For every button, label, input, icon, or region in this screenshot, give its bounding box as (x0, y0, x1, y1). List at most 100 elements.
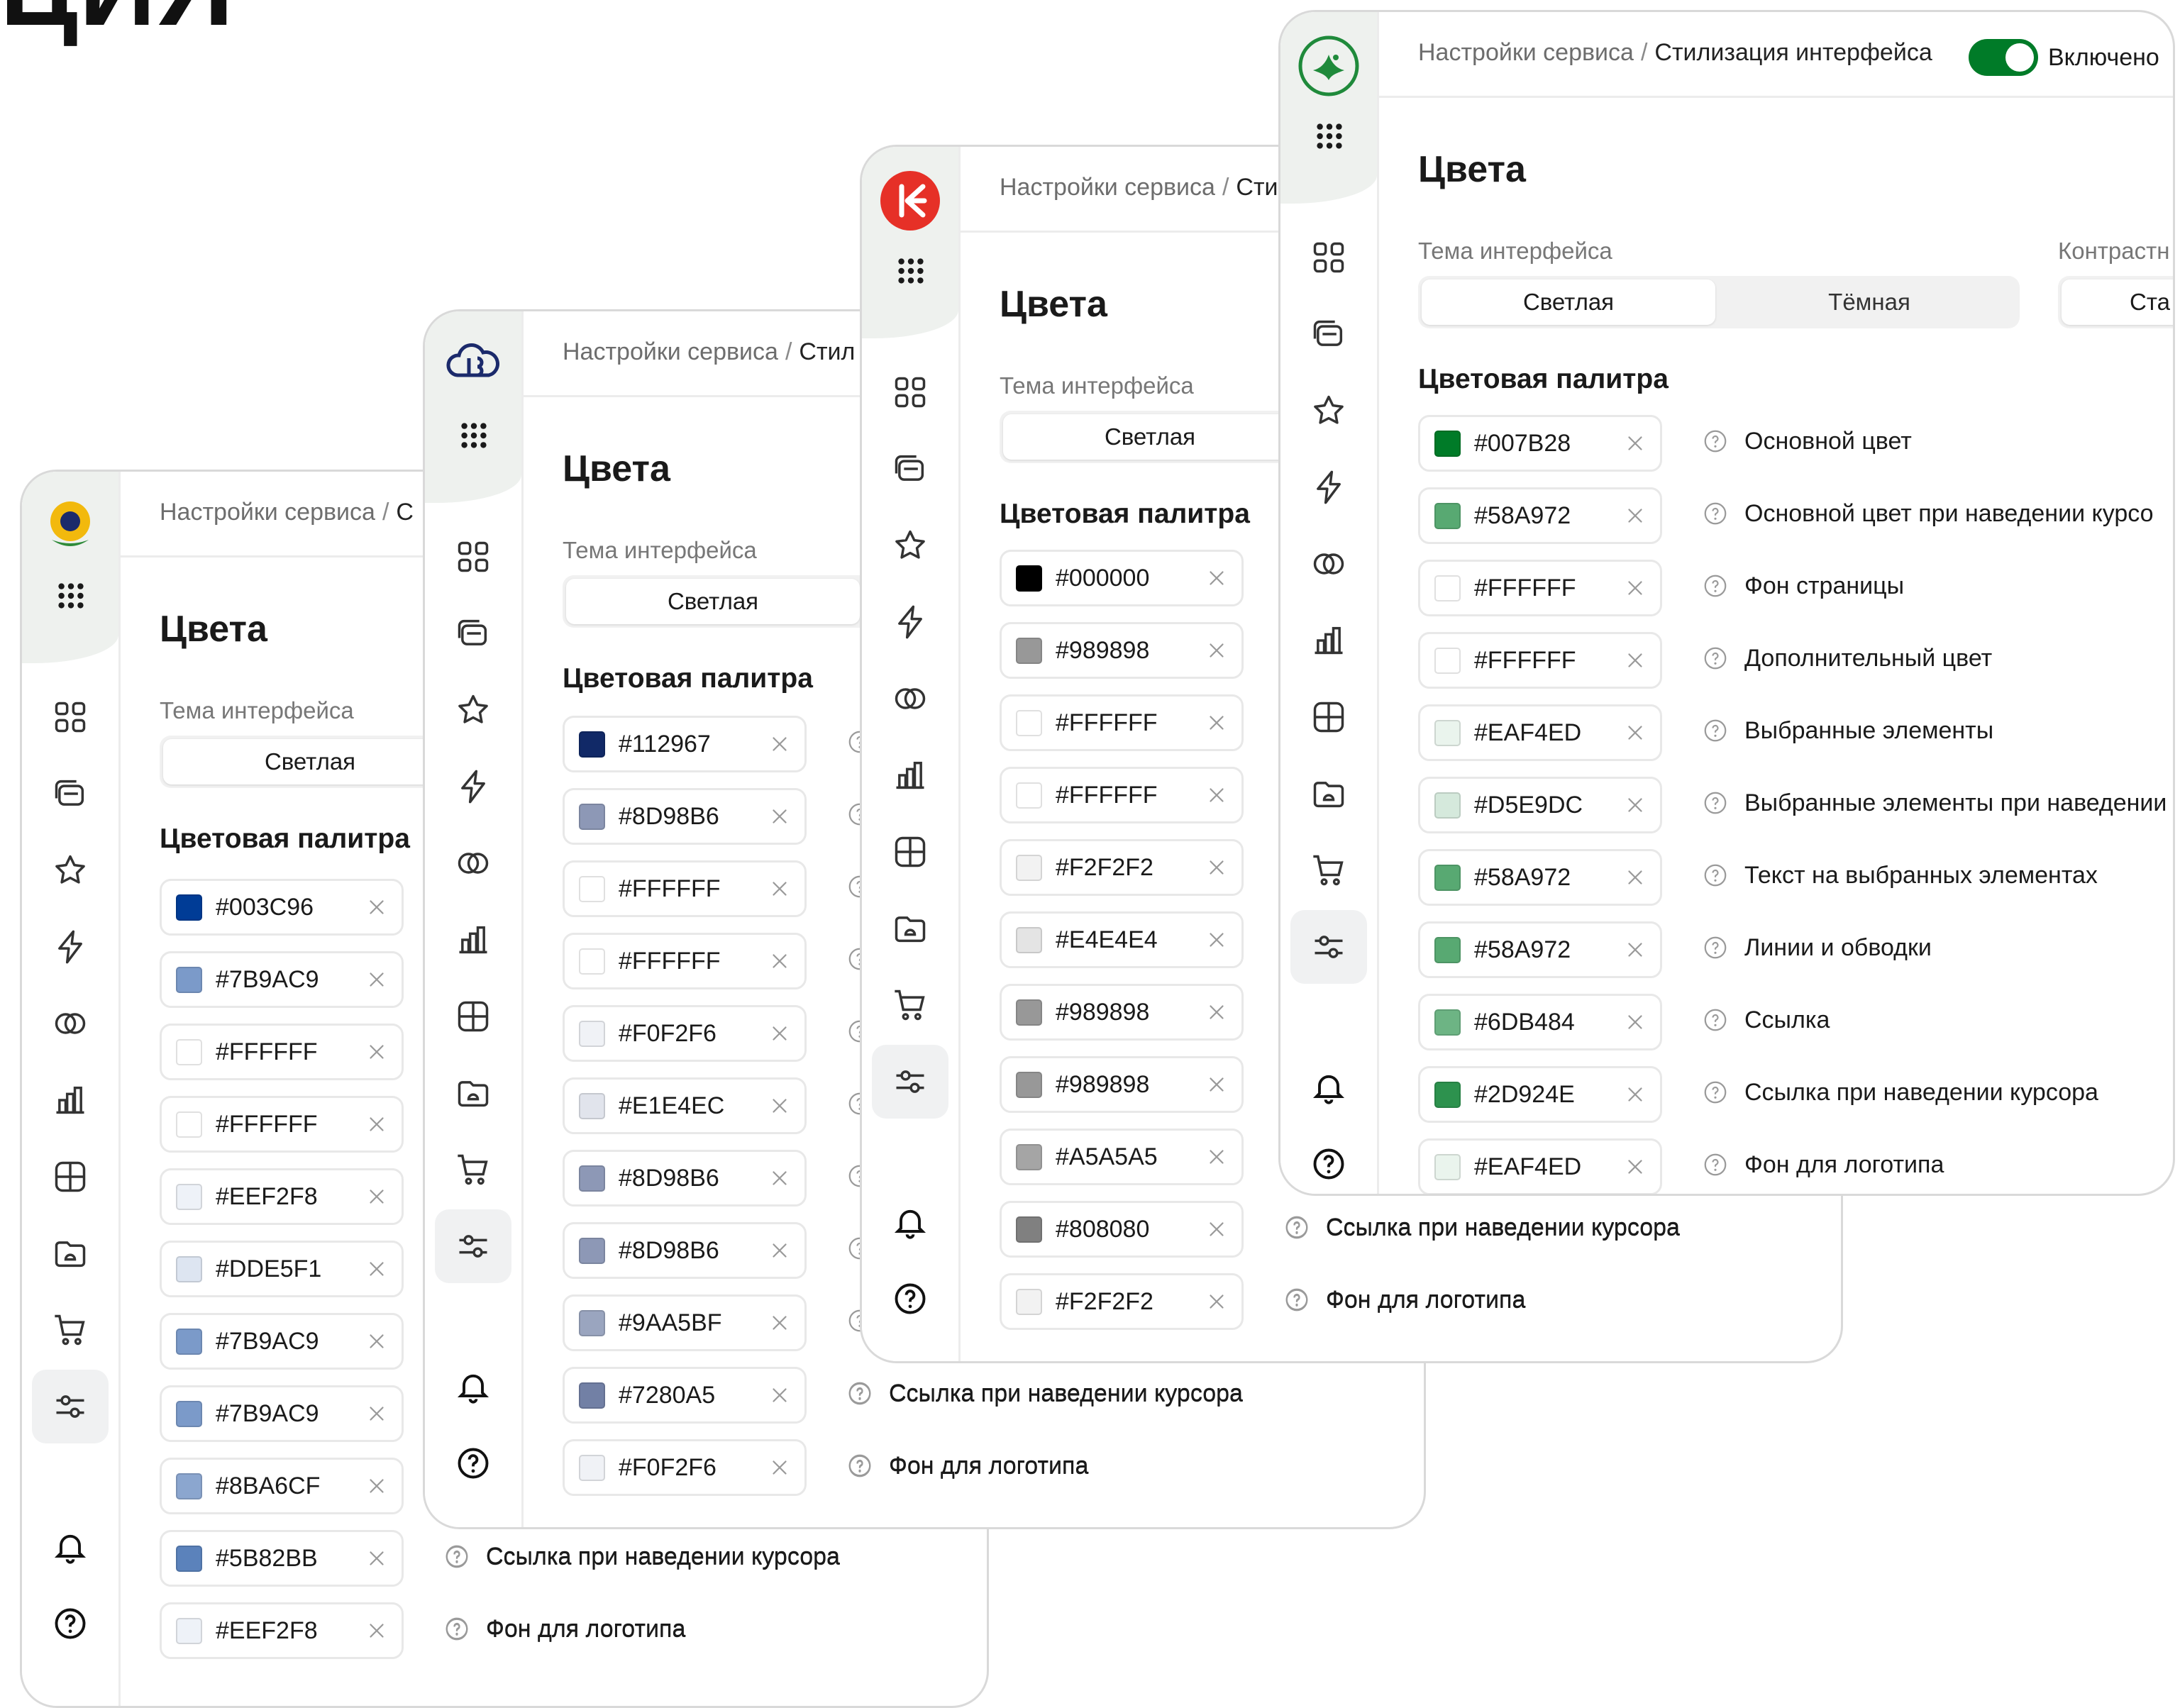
clear-x-icon[interactable] (1205, 855, 1229, 880)
clear-x-icon[interactable] (768, 1166, 792, 1190)
help-icon[interactable] (892, 1280, 929, 1317)
bell-icon[interactable] (892, 1204, 929, 1241)
help-circle-icon[interactable] (1702, 1079, 1729, 1106)
settings-sliders-icon[interactable] (455, 1228, 492, 1265)
help-circle-icon[interactable] (846, 1453, 873, 1480)
bolt-icon[interactable] (52, 928, 89, 965)
color-input[interactable]: #58A972 (1418, 487, 1662, 544)
folder-icon[interactable] (52, 1235, 89, 1272)
theme-option-light[interactable]: Светлая (566, 579, 860, 624)
star-icon[interactable] (455, 692, 492, 728)
settings-sliders-icon[interactable] (1310, 928, 1347, 965)
color-swatch[interactable] (1016, 565, 1042, 592)
color-input[interactable]: #FFFFFF (563, 860, 807, 917)
color-swatch[interactable] (1434, 1082, 1461, 1108)
color-input[interactable]: #A5A5A5 (1000, 1128, 1244, 1185)
rings-icon[interactable] (52, 1005, 89, 1042)
color-swatch[interactable] (1016, 1216, 1042, 1243)
clear-x-icon[interactable] (1205, 1000, 1229, 1024)
brand-logo[interactable] (878, 168, 943, 233)
bell-icon[interactable] (52, 1529, 89, 1565)
theme-option-light[interactable]: Светлая (163, 739, 457, 784)
color-swatch[interactable] (579, 948, 605, 975)
color-input[interactable]: #FFFFFF (1000, 694, 1244, 751)
clear-x-icon[interactable] (1205, 928, 1229, 952)
color-input[interactable]: #EAF4ED (1418, 704, 1662, 761)
clear-x-icon[interactable] (1623, 793, 1647, 817)
clear-x-icon[interactable] (1205, 566, 1229, 590)
clear-x-icon[interactable] (1205, 1072, 1229, 1097)
chart-icon[interactable] (1310, 622, 1347, 659)
brand-logo[interactable] (441, 333, 506, 398)
clear-x-icon[interactable] (1623, 1010, 1647, 1034)
theme-option-dark[interactable]: Тёмная (1722, 279, 2016, 325)
help-circle-icon[interactable] (1283, 1214, 1310, 1241)
chart-icon[interactable] (455, 921, 492, 958)
color-swatch[interactable] (579, 1382, 605, 1409)
help-icon[interactable] (52, 1605, 89, 1642)
color-swatch[interactable] (176, 1184, 202, 1210)
color-swatch[interactable] (1434, 937, 1461, 963)
clear-x-icon[interactable] (1623, 576, 1647, 600)
color-swatch[interactable] (579, 1021, 605, 1047)
contrast-option-standard[interactable]: Ста (2062, 279, 2173, 325)
folder-icon[interactable] (1310, 775, 1347, 812)
clear-x-icon[interactable] (1205, 1290, 1229, 1314)
color-swatch[interactable] (579, 731, 605, 758)
clear-x-icon[interactable] (1623, 504, 1647, 528)
brand-logo[interactable] (38, 493, 103, 558)
clear-x-icon[interactable] (365, 1474, 389, 1498)
clear-x-icon[interactable] (1205, 1145, 1229, 1169)
color-swatch[interactable] (176, 1111, 202, 1138)
color-swatch[interactable] (176, 1401, 202, 1427)
star-icon[interactable] (52, 852, 89, 889)
help-circle-icon[interactable] (1702, 1006, 1729, 1033)
clear-x-icon[interactable] (1623, 648, 1647, 672)
color-swatch[interactable] (176, 1039, 202, 1065)
color-input[interactable]: #989898 (1000, 622, 1244, 679)
rings-icon[interactable] (892, 680, 929, 717)
color-input[interactable]: #EEF2F8 (160, 1168, 404, 1225)
cart-icon[interactable] (892, 987, 929, 1024)
color-swatch[interactable] (176, 1329, 202, 1355)
clear-x-icon[interactable] (365, 1257, 389, 1281)
help-circle-icon[interactable] (1702, 934, 1729, 961)
grid-icon[interactable] (455, 538, 492, 575)
color-swatch[interactable] (579, 1455, 605, 1481)
color-input[interactable]: #000000 (1000, 550, 1244, 606)
help-circle-icon[interactable] (1702, 717, 1729, 744)
color-swatch[interactable] (579, 1165, 605, 1192)
color-swatch[interactable] (1434, 503, 1461, 529)
enable-toggle[interactable] (1969, 39, 2038, 76)
color-input[interactable]: #F0F2F6 (563, 1439, 807, 1496)
chart-icon[interactable] (892, 757, 929, 794)
breadcrumb-root[interactable]: Настройки сервиса (1000, 174, 1215, 201)
color-swatch[interactable] (176, 1256, 202, 1282)
color-input[interactable]: #FFFFFF (1418, 560, 1662, 616)
help-icon[interactable] (455, 1445, 492, 1482)
clear-x-icon[interactable] (768, 1383, 792, 1407)
color-swatch[interactable] (1434, 575, 1461, 601)
color-input[interactable]: #7B9AC9 (160, 1385, 404, 1442)
cart-icon[interactable] (455, 1151, 492, 1188)
help-circle-icon[interactable] (1702, 500, 1729, 527)
star-icon[interactable] (892, 527, 929, 564)
help-circle-icon[interactable] (1702, 1151, 1729, 1178)
grid-icon[interactable] (1310, 239, 1347, 276)
color-swatch[interactable] (1434, 1009, 1461, 1036)
help-circle-icon[interactable] (846, 1380, 873, 1407)
clear-x-icon[interactable] (1623, 1082, 1647, 1107)
color-input[interactable]: #112967 (563, 716, 807, 772)
color-input[interactable]: #7280A5 (563, 1367, 807, 1424)
help-circle-icon[interactable] (1702, 862, 1729, 889)
color-swatch[interactable] (1016, 927, 1042, 953)
color-swatch[interactable] (1434, 1154, 1461, 1180)
color-input[interactable]: #8BA6CF (160, 1458, 404, 1514)
color-input[interactable]: #D5E9DC (1418, 777, 1662, 833)
bell-icon[interactable] (455, 1368, 492, 1405)
clear-x-icon[interactable] (365, 1402, 389, 1426)
color-swatch[interactable] (1434, 792, 1461, 819)
theme-option-light[interactable]: Светлая (1422, 279, 1715, 325)
rings-icon[interactable] (455, 845, 492, 882)
help-circle-icon[interactable] (443, 1616, 470, 1643)
